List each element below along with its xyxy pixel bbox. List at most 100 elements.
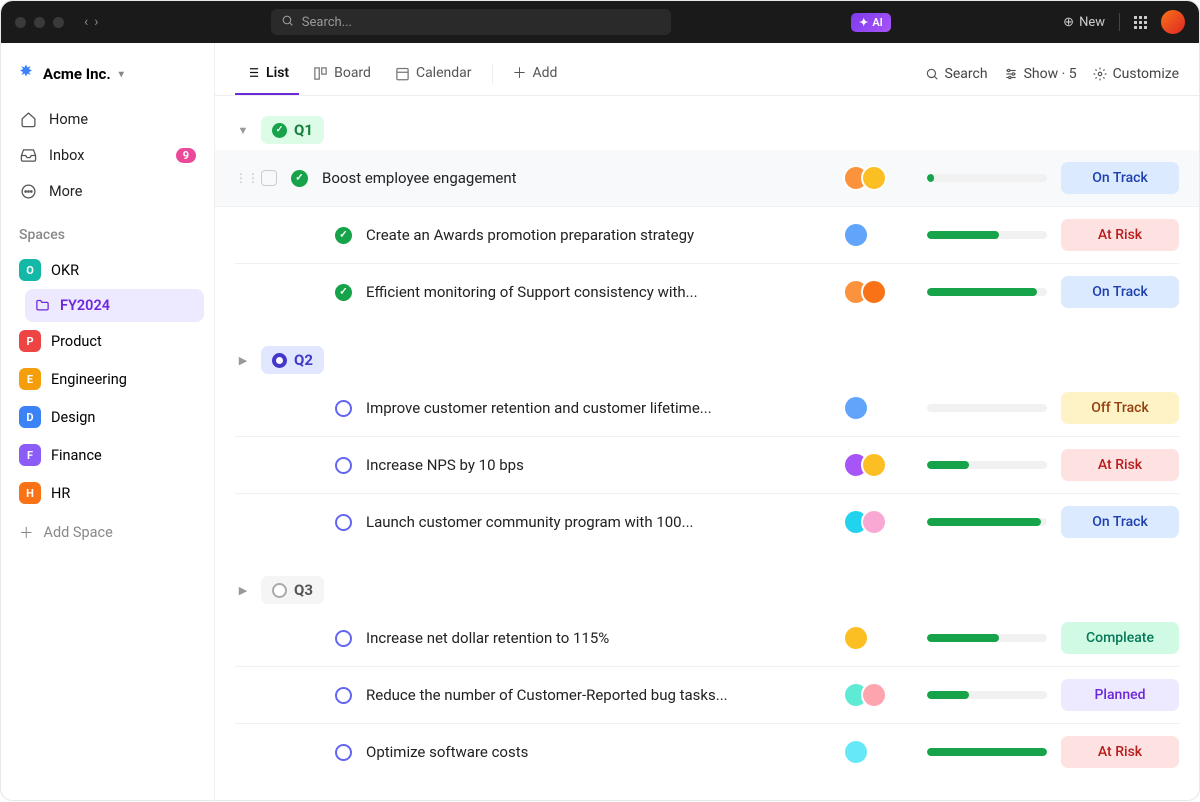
sidebar-space-engineering[interactable]: EEngineering xyxy=(11,360,204,398)
tab-add-view[interactable]: ＋ Add xyxy=(503,53,568,95)
avatar[interactable] xyxy=(843,739,869,765)
status-pill[interactable]: On Track xyxy=(1061,506,1179,538)
group-header-Q1[interactable]: ▼ Q1 xyxy=(235,110,1179,150)
progress-bar xyxy=(927,691,1047,699)
status-circle[interactable] xyxy=(335,687,352,704)
sidebar-space-design[interactable]: DDesign xyxy=(11,398,204,436)
add-space-button[interactable]: ＋ Add Space xyxy=(11,512,204,553)
group-label[interactable]: Q1 xyxy=(261,116,324,144)
task-row[interactable]: ⋮⋮ Efficient monitoring of Support consi… xyxy=(235,264,1179,320)
group-label[interactable]: Q2 xyxy=(261,346,324,374)
sidebar-space-product[interactable]: PProduct xyxy=(11,322,204,360)
nav-forward-icon[interactable]: › xyxy=(94,14,98,30)
sidebar-space-okr[interactable]: OOKR xyxy=(11,251,204,289)
task-row[interactable]: ⋮⋮ Launch customer community program wit… xyxy=(235,494,1179,550)
status-icon xyxy=(272,353,287,368)
status-pill[interactable]: Compleate xyxy=(1061,622,1179,654)
avatar[interactable] xyxy=(843,625,869,651)
search-input[interactable]: Search... xyxy=(271,9,671,35)
sidebar-space-finance[interactable]: FFinance xyxy=(11,436,204,474)
task-name[interactable]: Increase NPS by 10 bps xyxy=(366,456,829,474)
sidebar-folder-fy2024[interactable]: FY2024 xyxy=(25,289,204,322)
sidebar-space-hr[interactable]: HHR xyxy=(11,474,204,512)
task-row[interactable]: ⋮⋮ Optimize software costs At Risk xyxy=(235,724,1179,780)
avatar[interactable] xyxy=(843,395,869,421)
apps-icon[interactable] xyxy=(1134,16,1147,29)
user-avatar[interactable] xyxy=(1161,10,1185,34)
new-button[interactable]: ⊕ New xyxy=(1063,15,1105,30)
sparkle-icon: ✦ xyxy=(859,16,868,29)
list-icon xyxy=(245,65,260,80)
task-name[interactable]: Launch customer community program with 1… xyxy=(366,513,829,531)
gear-icon xyxy=(1093,67,1107,81)
group-header-Q3[interactable]: ▶ Q3 xyxy=(235,570,1179,610)
status-pill[interactable]: At Risk xyxy=(1061,219,1179,251)
status-circle[interactable] xyxy=(335,744,352,761)
status-circle[interactable] xyxy=(335,457,352,474)
drag-handle-icon[interactable]: ⋮⋮ xyxy=(235,171,247,185)
assignees[interactable] xyxy=(843,222,913,248)
assignees[interactable] xyxy=(843,279,913,305)
checkbox[interactable] xyxy=(261,170,277,186)
status-circle[interactable] xyxy=(335,227,352,244)
task-name[interactable]: Boost employee engagement xyxy=(322,169,829,187)
search-button[interactable]: Search xyxy=(925,66,988,82)
status-pill[interactable]: At Risk xyxy=(1061,736,1179,768)
tab-list[interactable]: List xyxy=(235,55,299,95)
status-pill[interactable]: At Risk xyxy=(1061,449,1179,481)
workspace-switcher[interactable]: Acme Inc. ▾ xyxy=(11,55,204,101)
avatar[interactable] xyxy=(861,509,887,535)
task-name[interactable]: Increase net dollar retention to 115% xyxy=(366,629,829,647)
status-circle[interactable] xyxy=(291,170,308,187)
assignees[interactable] xyxy=(843,165,913,191)
avatar[interactable] xyxy=(861,279,887,305)
chevron-toggle-icon[interactable]: ▶ xyxy=(235,584,251,597)
window-controls[interactable] xyxy=(15,17,64,28)
ai-badge[interactable]: ✦ AI xyxy=(851,13,891,32)
status-pill[interactable]: Off Track xyxy=(1061,392,1179,424)
chevron-toggle-icon[interactable]: ▼ xyxy=(235,124,251,137)
avatar[interactable] xyxy=(843,222,869,248)
task-name[interactable]: Create an Awards promotion preparation s… xyxy=(366,226,829,244)
assignees[interactable] xyxy=(843,682,913,708)
chevron-toggle-icon[interactable]: ▶ xyxy=(235,354,251,367)
group-header-Q2[interactable]: ▶ Q2 xyxy=(235,340,1179,380)
status-circle[interactable] xyxy=(335,400,352,417)
task-row[interactable]: ⋮⋮ Increase net dollar retention to 115%… xyxy=(235,610,1179,667)
chevron-down-icon: ▾ xyxy=(119,69,124,80)
assignees[interactable] xyxy=(843,739,913,765)
avatar[interactable] xyxy=(861,165,887,191)
tab-board[interactable]: Board xyxy=(303,55,381,93)
sidebar-item-more[interactable]: More xyxy=(11,173,204,209)
assignees[interactable] xyxy=(843,395,913,421)
status-circle[interactable] xyxy=(335,284,352,301)
status-pill[interactable]: Planned xyxy=(1061,679,1179,711)
sidebar-item-home[interactable]: Home xyxy=(11,101,204,137)
home-icon xyxy=(19,110,37,128)
sidebar-item-inbox[interactable]: Inbox 9 xyxy=(11,137,204,173)
status-circle[interactable] xyxy=(335,514,352,531)
customize-button[interactable]: Customize xyxy=(1093,66,1179,82)
task-name[interactable]: Improve customer retention and customer … xyxy=(366,399,829,417)
assignees[interactable] xyxy=(843,625,913,651)
show-button[interactable]: Show · 5 xyxy=(1004,66,1077,82)
status-pill[interactable]: On Track xyxy=(1061,162,1179,194)
task-row[interactable]: ⋮⋮ Reduce the number of Customer-Reporte… xyxy=(235,667,1179,724)
status-pill[interactable]: On Track xyxy=(1061,276,1179,308)
group-label[interactable]: Q3 xyxy=(261,576,324,604)
avatar[interactable] xyxy=(861,452,887,478)
nav-back-icon[interactable]: ‹ xyxy=(84,14,88,30)
space-badge: H xyxy=(19,482,41,504)
task-name[interactable]: Efficient monitoring of Support consiste… xyxy=(366,283,829,301)
task-row[interactable]: ⋮⋮ Improve customer retention and custom… xyxy=(235,380,1179,437)
status-circle[interactable] xyxy=(335,630,352,647)
assignees[interactable] xyxy=(843,509,913,535)
task-row[interactable]: ⋮⋮ Create an Awards promotion preparatio… xyxy=(235,207,1179,264)
task-name[interactable]: Optimize software costs xyxy=(366,743,829,761)
task-row[interactable]: ⋮⋮ Boost employee engagement On Track xyxy=(215,150,1199,207)
tab-calendar[interactable]: Calendar xyxy=(385,55,482,93)
assignees[interactable] xyxy=(843,452,913,478)
task-row[interactable]: ⋮⋮ Increase NPS by 10 bps At Risk xyxy=(235,437,1179,494)
task-name[interactable]: Reduce the number of Customer-Reported b… xyxy=(366,686,829,704)
avatar[interactable] xyxy=(861,682,887,708)
